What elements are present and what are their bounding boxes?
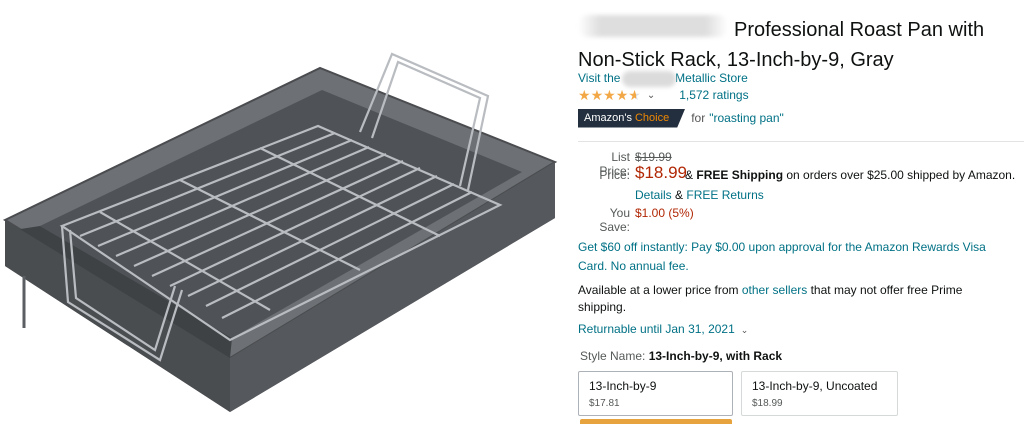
store-link[interactable]: Visit the Metallic Store xyxy=(578,71,748,86)
shipping-text: on orders over $25.00 shipped by Amazon. xyxy=(786,168,1016,182)
badge-for-text: for xyxy=(691,111,706,125)
style-option-price: $17.81 xyxy=(589,398,620,409)
details-link[interactable]: Details xyxy=(635,188,672,202)
product-title: Professional Roast Pan with Non-Stick Ra… xyxy=(578,19,985,71)
star-icon: ★ xyxy=(590,87,604,103)
badge-label: Amazon's xyxy=(584,112,632,124)
badge-search-term[interactable]: "roasting pan" xyxy=(709,111,784,125)
availability-text: Available at a lower price from other se… xyxy=(578,282,1008,316)
product-details-panel: Professional Roast Pan with Non-Stick Ra… xyxy=(578,0,1024,424)
rewards-card-promo-link[interactable]: Get $60 off instantly: Pay $0.00 upon ap… xyxy=(578,238,1018,276)
ratings-count-link[interactable]: 1,572 ratings xyxy=(679,88,748,102)
star-rating[interactable]: ★ ★ ★ ★ ★ ⌄ xyxy=(578,88,655,102)
ratings-row: ★ ★ ★ ★ ★ ⌄ 1,572 ratings xyxy=(578,88,749,102)
star-icon: ★ xyxy=(603,87,616,103)
free-shipping-text: FREE Shipping xyxy=(696,168,784,182)
free-returns-link[interactable]: FREE Returns xyxy=(686,188,763,202)
store-prefix: Visit the xyxy=(578,71,621,85)
style-name-label: Style Name: xyxy=(580,349,646,363)
chevron-down-icon[interactable]: ⌄ xyxy=(647,90,655,101)
selected-option-indicator xyxy=(580,419,732,424)
price-value: $18.99 xyxy=(635,163,687,182)
style-name-row: Style Name: 13-Inch-by-9, with Rack xyxy=(580,349,782,363)
redacted-store-name xyxy=(624,72,672,86)
roast-pan-image[interactable] xyxy=(0,40,565,420)
style-option-label: 13-Inch-by-9, Uncoated xyxy=(752,379,878,393)
details-returns-row: Details & FREE Returns xyxy=(635,188,764,202)
style-option-label: 13-Inch-by-9 xyxy=(589,379,657,393)
price-amp: & xyxy=(685,168,694,182)
style-name-value: 13-Inch-by-9, with Rack xyxy=(648,349,783,363)
other-sellers-link[interactable]: other sellers xyxy=(742,283,807,297)
you-save-value: $1.00 (5%) xyxy=(635,206,694,220)
product-image-panel xyxy=(0,0,565,424)
amazons-choice-badge: Amazon's Choice xyxy=(578,109,685,128)
style-option-with-rack[interactable]: 13-Inch-by-9 $17.81 xyxy=(578,371,733,416)
amazons-choice-row: Amazon's Choice for "roasting pan" xyxy=(578,108,784,128)
you-save-label: You Save: xyxy=(599,206,630,234)
badge-choice: Choice xyxy=(634,112,670,124)
returnable-text: Returnable until Jan 31, 2021 xyxy=(578,322,735,336)
style-option-price: $18.99 xyxy=(752,398,783,409)
style-option-uncoated[interactable]: 13-Inch-by-9, Uncoated $18.99 xyxy=(741,371,898,416)
availability-prefix: Available at a lower price from xyxy=(578,283,739,297)
returnable-dropdown[interactable]: Returnable until Jan 31, 2021 ⌄ xyxy=(578,322,748,336)
store-name: Metallic Store xyxy=(675,71,748,85)
list-price-value: $19.99 xyxy=(635,150,672,164)
star-icon: ★ xyxy=(578,87,591,103)
divider xyxy=(578,141,1024,142)
chevron-down-icon: ⌄ xyxy=(740,325,749,335)
shipping-info: & FREE Shipping on orders over $25.00 sh… xyxy=(685,168,1015,182)
half-star-icon: ★ xyxy=(628,87,641,103)
price-label: Price: xyxy=(599,168,630,182)
star-icon: ★ xyxy=(615,87,629,103)
details-amp: & xyxy=(675,188,684,202)
